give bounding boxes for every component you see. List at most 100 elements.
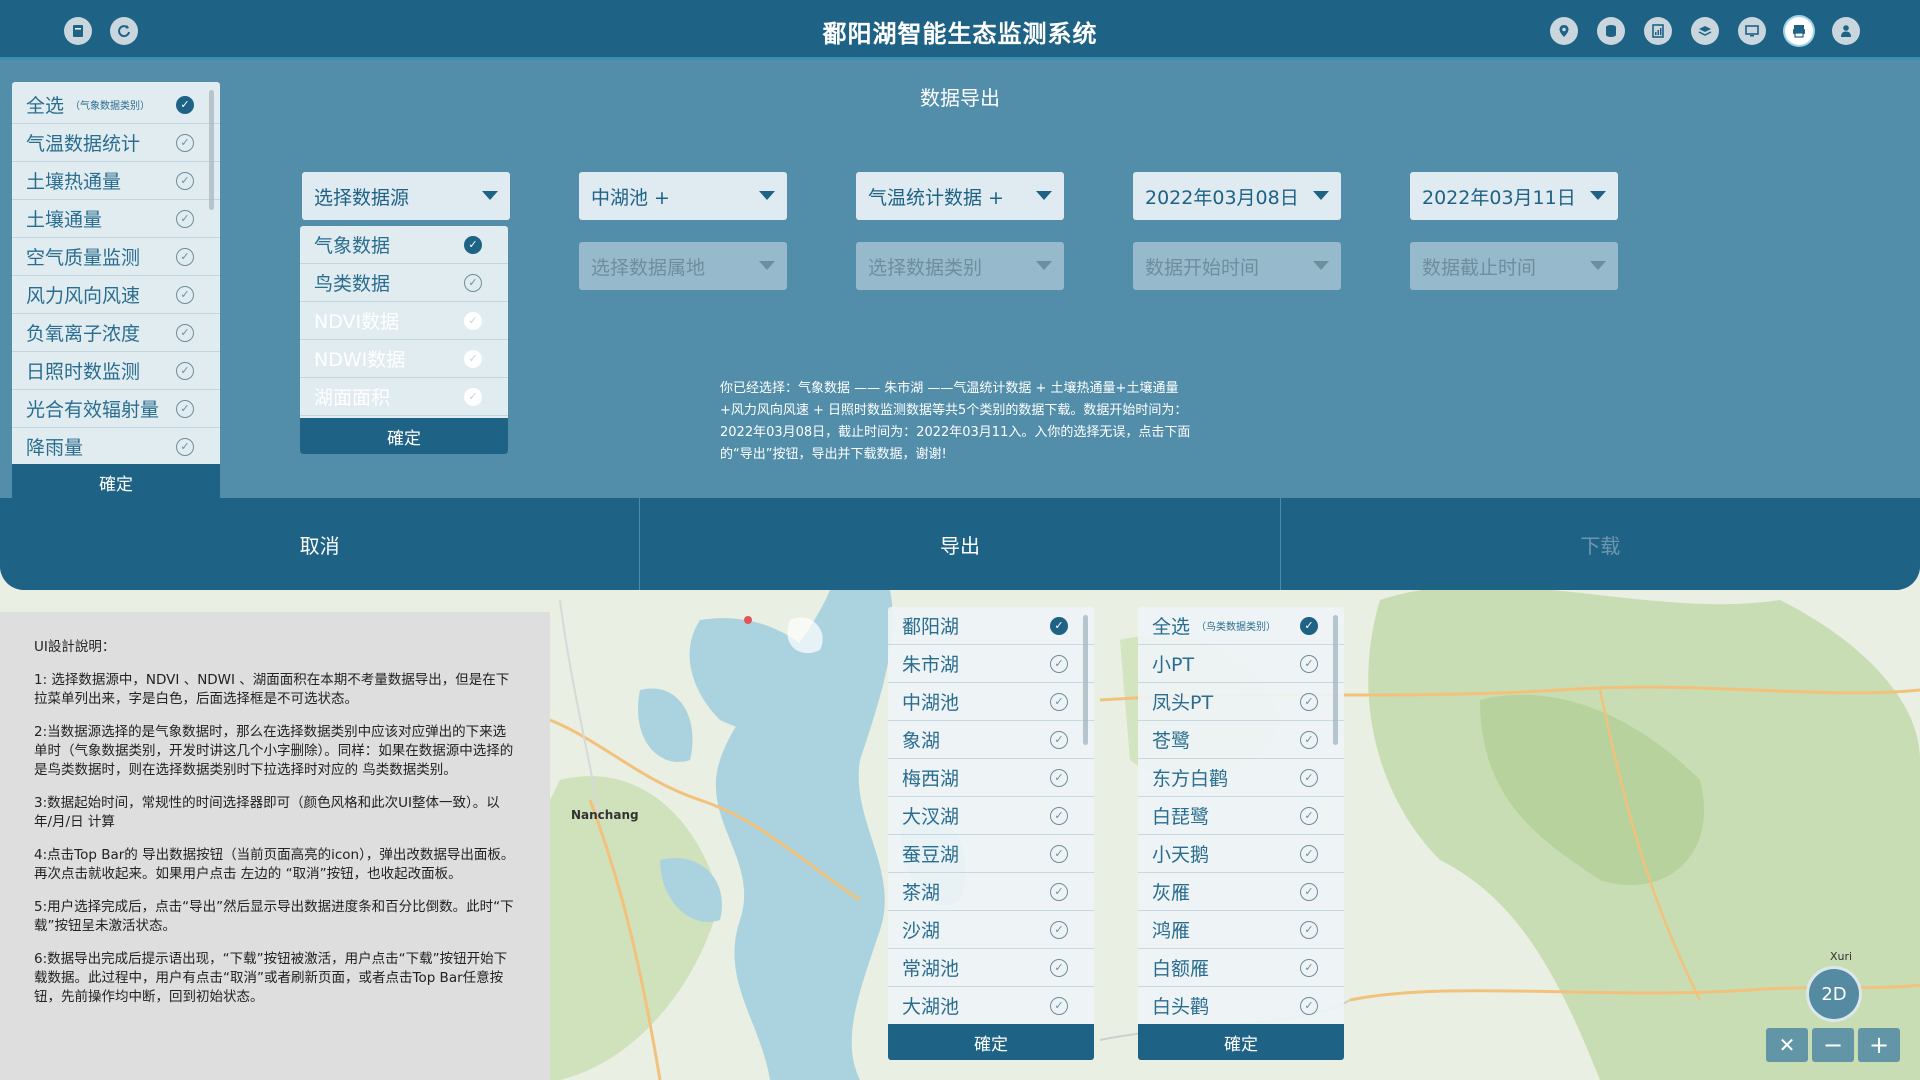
check-circle-icon[interactable]: ✓: [176, 437, 194, 456]
source-list[interactable]: 气象数据 ✓ 鸟类数据 ✓ NDVI数据 ✓ NDWI数据 ✓ 湖面面积 ✓ 確定: [300, 226, 508, 454]
check-circle-icon[interactable]: ✓: [176, 399, 194, 418]
report-icon[interactable]: [1644, 17, 1672, 45]
list-item[interactable]: 朱市湖 ✓: [888, 645, 1094, 683]
check-circle-icon[interactable]: ✓: [176, 133, 194, 152]
list-item[interactable]: 鸟类数据 ✓: [300, 264, 508, 302]
fullscreen-icon[interactable]: ✕: [1766, 1028, 1808, 1062]
check-circle-icon[interactable]: ✓: [1050, 920, 1068, 939]
check-circle-icon[interactable]: ✓: [176, 285, 194, 304]
list-item[interactable]: 土壤热通量 ✓: [12, 162, 220, 200]
list-item[interactable]: 白头鹳 ✓: [1138, 987, 1344, 1025]
lake-list[interactable]: 鄱阳湖 ✓ 朱市湖 ✓ 中湖池 ✓ 象湖 ✓ 梅西湖 ✓ 大汊湖 ✓ 蚕豆湖 ✓ 茶湖 ✓ 沙湖 ✓ 常湖池 ✓ 大湖池…: [888, 607, 1094, 1060]
start-date-dropdown[interactable]: 2022年03月08日: [1133, 172, 1341, 220]
list-item[interactable]: 大汊湖 ✓: [888, 797, 1094, 835]
lake-dropdown[interactable]: 中湖池 +: [579, 172, 787, 220]
check-circle-icon[interactable]: ✓: [1050, 844, 1068, 863]
category-placeholder-dropdown[interactable]: 选择数据类别: [856, 242, 1064, 290]
list-item[interactable]: 蚕豆湖 ✓: [888, 835, 1094, 873]
list-item[interactable]: 负氧离子浓度 ✓: [12, 314, 220, 352]
check-circle-icon[interactable]: ✓: [1300, 882, 1318, 901]
check-circle-icon[interactable]: ✓: [1050, 996, 1068, 1015]
list-item[interactable]: 降雨量 ✓: [12, 428, 220, 466]
start-time-placeholder-dropdown[interactable]: 数据开始时间: [1133, 242, 1341, 290]
check-circle-icon[interactable]: ✓: [176, 209, 194, 228]
list-item[interactable]: 苍鹭 ✓: [1138, 721, 1344, 759]
check-circle-icon[interactable]: ✓: [1050, 806, 1068, 825]
download-button[interactable]: 下载: [1281, 498, 1920, 590]
list-item[interactable]: 小PT ✓: [1138, 645, 1344, 683]
category-dropdown[interactable]: 气温统计数据 +: [856, 172, 1064, 220]
check-circle-icon[interactable]: ✓: [1050, 958, 1068, 977]
database-icon[interactable]: [1597, 17, 1625, 45]
check-circle-icon[interactable]: ✓: [1050, 882, 1068, 901]
zoom-in-button[interactable]: +: [1858, 1028, 1900, 1062]
check-circle-icon[interactable]: ✓: [1300, 616, 1318, 635]
export-button[interactable]: 导出: [640, 498, 1281, 590]
list-item[interactable]: 灰雁 ✓: [1138, 873, 1344, 911]
check-circle-icon[interactable]: ✓: [176, 323, 194, 342]
end-time-placeholder-dropdown[interactable]: 数据截止时间: [1410, 242, 1618, 290]
list-item[interactable]: 东方白鹳 ✓: [1138, 759, 1344, 797]
list-item[interactable]: 象湖 ✓: [888, 721, 1094, 759]
list-item[interactable]: 气象数据 ✓: [300, 226, 508, 264]
list-item[interactable]: 光合有效辐射量 ✓: [12, 390, 220, 428]
list-item[interactable]: 小天鹅 ✓: [1138, 835, 1344, 873]
check-circle-icon[interactable]: ✓: [1300, 844, 1318, 863]
check-circle-icon[interactable]: ✓: [176, 247, 194, 266]
export-icon[interactable]: [1785, 17, 1813, 45]
list-item[interactable]: 风力风向风速 ✓: [12, 276, 220, 314]
check-circle-icon[interactable]: ✓: [176, 361, 194, 380]
list-item[interactable]: 土壤通量 ✓: [12, 200, 220, 238]
zoom-out-button[interactable]: −: [1812, 1028, 1854, 1062]
source-dropdown[interactable]: 选择数据源: [302, 172, 510, 220]
lake-confirm-button[interactable]: 確定: [888, 1024, 1094, 1060]
check-circle-icon[interactable]: ✓: [1300, 768, 1318, 787]
check-circle-icon[interactable]: ✓: [1300, 654, 1318, 673]
list-item[interactable]: 空气质量监测 ✓: [12, 238, 220, 276]
list-item[interactable]: 白额雁 ✓: [1138, 949, 1344, 987]
check-circle-icon[interactable]: ✓: [1300, 692, 1318, 711]
user-icon[interactable]: [1832, 17, 1860, 45]
check-circle-icon[interactable]: ✓: [1300, 920, 1318, 939]
list-item[interactable]: 鄱阳湖 ✓: [888, 607, 1094, 645]
cancel-button[interactable]: 取消: [0, 498, 641, 590]
source-confirm-button[interactable]: 確定: [300, 418, 508, 454]
check-circle-icon[interactable]: ✓: [464, 273, 482, 292]
check-circle-icon[interactable]: ✓: [1050, 730, 1068, 749]
check-circle-icon[interactable]: ✓: [464, 235, 482, 254]
check-circle-icon[interactable]: ✓: [176, 95, 194, 114]
check-circle-icon[interactable]: ✓: [1300, 996, 1318, 1015]
list-item[interactable]: 鸿雁 ✓: [1138, 911, 1344, 949]
check-circle-icon[interactable]: ✓: [1050, 654, 1068, 673]
list-item[interactable]: 中湖池 ✓: [888, 683, 1094, 721]
check-circle-icon[interactable]: ✓: [1300, 730, 1318, 749]
end-date-dropdown[interactable]: 2022年03月11日: [1410, 172, 1618, 220]
list-item[interactable]: 全选 （气象数据类别） ✓: [12, 86, 220, 124]
list-item[interactable]: 日照时数监测 ✓: [12, 352, 220, 390]
check-circle-icon[interactable]: ✓: [1050, 768, 1068, 787]
list-item[interactable]: 全选 （鸟类数据类别） ✓: [1138, 607, 1344, 645]
list-item-label: 凤头PT: [1152, 692, 1214, 714]
list-item[interactable]: 大湖池 ✓: [888, 987, 1094, 1025]
list-item[interactable]: 凤头PT ✓: [1138, 683, 1344, 721]
list-item[interactable]: 梅西湖 ✓: [888, 759, 1094, 797]
list-item[interactable]: 常湖池 ✓: [888, 949, 1094, 987]
location-icon[interactable]: [1550, 17, 1578, 45]
list-item[interactable]: 白琵鹭 ✓: [1138, 797, 1344, 835]
list-item[interactable]: 气温数据统计 ✓: [12, 124, 220, 162]
weather-category-list[interactable]: 全选 （气象数据类别） ✓ 气温数据统计 ✓ 土壤热通量 ✓ 土壤通量 ✓ 空气质量监测 ✓ 风力风向…: [12, 82, 220, 500]
layers-icon[interactable]: [1691, 17, 1719, 45]
check-circle-icon[interactable]: ✓: [1300, 806, 1318, 825]
bird-list[interactable]: 全选 （鸟类数据类别） ✓ 小PT ✓ 凤头PT ✓ 苍鹭 ✓ 东方白鹳 ✓ 白琵鹭 ✓ 小天鹅 ✓ 灰雁 ✓ 鸿…: [1138, 607, 1344, 1060]
check-circle-icon[interactable]: ✓: [1050, 616, 1068, 635]
view-mode-toggle[interactable]: 2D: [1806, 966, 1862, 1022]
bird-confirm-button[interactable]: 確定: [1138, 1024, 1344, 1060]
list-item[interactable]: 沙湖 ✓: [888, 911, 1094, 949]
monitor-icon[interactable]: [1738, 17, 1766, 45]
location-placeholder-dropdown[interactable]: 选择数据属地: [579, 242, 787, 290]
check-circle-icon[interactable]: ✓: [176, 171, 194, 190]
check-circle-icon[interactable]: ✓: [1300, 958, 1318, 977]
check-circle-icon[interactable]: ✓: [1050, 692, 1068, 711]
list-item[interactable]: 茶湖 ✓: [888, 873, 1094, 911]
category-confirm-button[interactable]: 確定: [12, 464, 220, 500]
